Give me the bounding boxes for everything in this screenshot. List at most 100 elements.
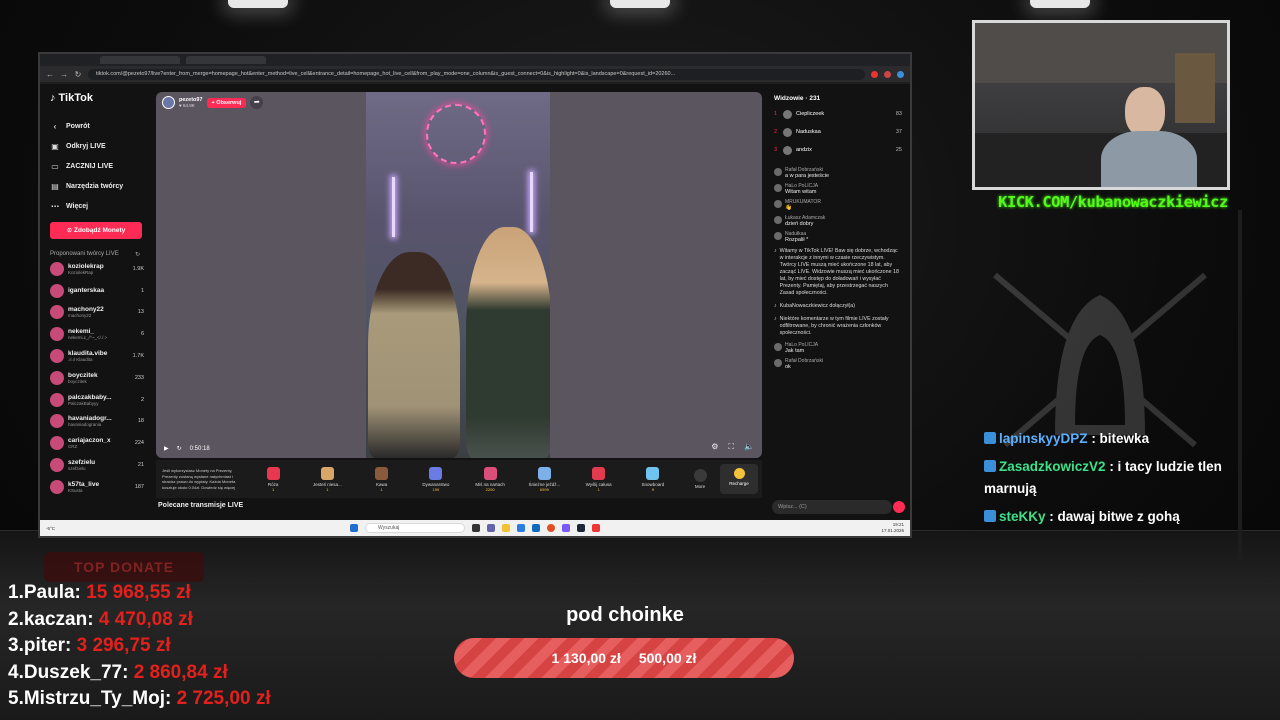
- chat-avatar[interactable]: [774, 216, 782, 224]
- creator-item[interactable]: koziolekrap KoziolekRap 1.9K: [50, 258, 144, 280]
- chat-body: Łukasz Adamczak dzień dobry: [785, 215, 825, 227]
- edge-icon[interactable]: [517, 524, 525, 532]
- chat-input[interactable]: Wpisz... (C): [772, 500, 892, 514]
- webcam-person-body: [1101, 131, 1197, 187]
- extension-icon[interactable]: [871, 70, 878, 78]
- tiktok-page: ♪ TikTok ‹ Powrót ▣ Odkryj LIVE ▭ ZACZNIJ L…: [40, 84, 910, 520]
- creator-item[interactable]: palczakbaby... PalczakBabyyy 2: [50, 389, 144, 411]
- led-light: [392, 177, 395, 237]
- steam-icon[interactable]: [577, 524, 585, 532]
- settings-icon[interactable]: ⚙: [711, 442, 718, 452]
- creator-avatar: [50, 305, 64, 320]
- extension-icon[interactable]: [884, 70, 891, 78]
- creator-item[interactable]: k57ta_live KSusta 187: [50, 476, 144, 498]
- fullscreen-icon[interactable]: ⛶: [728, 442, 734, 452]
- follow-button[interactable]: + Obserwuj: [206, 97, 247, 108]
- nav-creator-tools[interactable]: ▤ Narzędzia twórcy: [50, 176, 144, 196]
- creator-item[interactable]: havaniadogr... havaniadogrania 18: [50, 411, 144, 433]
- gift-item[interactable]: Kawa 1: [355, 466, 409, 492]
- play-icon[interactable]: ▶: [164, 445, 169, 452]
- gift-item[interactable]: Róża 1: [246, 466, 300, 492]
- gift-item[interactable]: Wyślij całusa 1: [572, 466, 626, 492]
- chat-avatar[interactable]: [774, 168, 782, 176]
- creator-avatar: [50, 414, 64, 429]
- taskbar-search[interactable]: Wyszukaj: [365, 523, 465, 533]
- gift-item[interactable]: Jesteś niesa... 1: [300, 466, 354, 492]
- creator-item[interactable]: iganterskaa 1: [50, 280, 144, 302]
- discord-icon[interactable]: [562, 524, 570, 532]
- creator-avatar: [50, 392, 64, 407]
- creator-avatar: [50, 283, 64, 298]
- browser-tab[interactable]: [186, 56, 266, 64]
- creator-item[interactable]: boyczitek boyczitek 233: [50, 367, 144, 389]
- video-frame: [366, 92, 550, 458]
- reload-icon[interactable]: ↻: [74, 70, 82, 79]
- creator-name: koziolekrap: [68, 262, 104, 270]
- more-gifts-button[interactable]: More: [680, 469, 720, 489]
- donor-amount: 4 470,08 zł: [98, 608, 193, 630]
- profile-icon[interactable]: [897, 70, 904, 78]
- chrome-icon[interactable]: [547, 524, 555, 532]
- chat-message: HaLo PoLICJA Jak tam: [768, 340, 908, 356]
- kick-chat-username[interactable]: ZasadzkowiczV2: [999, 459, 1106, 474]
- gift-item[interactable]: Dywanarstwo 199: [409, 466, 463, 492]
- viewer-item[interactable]: 3 andzix 25: [768, 141, 908, 159]
- chat-avatar[interactable]: [774, 200, 782, 208]
- nav-start-live[interactable]: ▭ ZACZNIJ LIVE: [50, 156, 144, 176]
- host-avatar[interactable]: [162, 96, 175, 109]
- gift-item[interactable]: Śnieżne jeźdź... 6999: [517, 466, 571, 492]
- gift-item[interactable]: Miś na nartach 2200: [463, 466, 517, 492]
- live-chat-panel: Widzowie · 231 1 Ciepliczeek 83 2 Naduskaa 37…: [768, 92, 908, 520]
- creator-item[interactable]: szefzielu szefzielu 21: [50, 454, 144, 476]
- creator-item[interactable]: klaudita.vibe .ıl.ıl Klaudita 1.7K: [50, 345, 144, 367]
- creator-item[interactable]: machony22 machony22 13: [50, 302, 144, 324]
- player-controls: ▶ ↻ 0:50:18: [164, 445, 210, 453]
- creator-avatar: [50, 349, 64, 364]
- viewer-item[interactable]: 2 Naduskaa 37: [768, 123, 908, 141]
- dpz-logo-watermark: [993, 272, 1207, 448]
- viewer-name: andzix: [796, 147, 812, 153]
- viewers-title[interactable]: Widzowie · 231: [768, 92, 908, 105]
- refresh-icon[interactable]: ↻: [135, 251, 140, 258]
- gift-bar: Jeśli wykorzystasz Monety na Prezenty, P…: [156, 460, 762, 498]
- teams-icon[interactable]: [487, 524, 495, 532]
- chat-avatar[interactable]: [774, 232, 782, 240]
- chat-avatar[interactable]: [774, 184, 782, 192]
- tiktok-logo[interactable]: ♪ TikTok: [50, 92, 144, 104]
- viewer-item[interactable]: 1 Ciepliczeek 83: [768, 105, 908, 123]
- get-coins-button[interactable]: ⊙ Zdobądź Monety: [50, 222, 142, 239]
- kick-chat-username[interactable]: lapinskyyDPZ: [999, 431, 1088, 446]
- address-bar[interactable]: tiktok.com/@pezeto97/live?enter_from_mer…: [88, 68, 865, 80]
- share-icon[interactable]: ➦: [250, 96, 264, 109]
- creator-viewer-count: 2: [140, 396, 144, 403]
- creator-item[interactable]: nekemi_ nekemi ̶c_/^~_</./.> 6: [50, 323, 144, 345]
- refresh-icon[interactable]: ↻: [177, 445, 182, 452]
- folder-icon[interactable]: [502, 524, 510, 532]
- nav-discover-live[interactable]: ▣ Odkryj LIVE: [50, 136, 144, 156]
- recharge-button[interactable]: Recharge: [720, 464, 758, 494]
- task-view-icon[interactable]: [472, 524, 480, 532]
- chat-avatar[interactable]: [774, 359, 782, 367]
- creator-item[interactable]: cariajaczon_x CRZ 224: [50, 432, 144, 454]
- live-stream-player[interactable]: pezeto97 ♥ 64.9K + Obserwuj ➦ ▶ ↻ 0:50:1…: [156, 92, 762, 458]
- volume-icon[interactable]: 🔈: [744, 442, 754, 452]
- chat-avatar[interactable]: [774, 343, 782, 351]
- weather-widget[interactable]: -5°C: [46, 526, 55, 531]
- gift-item[interactable]: Snowboard 9: [626, 466, 680, 492]
- donor-row: 4.Duszek_77: 2 860,84 zł: [8, 662, 271, 689]
- chat-message: HaLo PoLICJA Witam witam: [768, 181, 908, 197]
- browser-tab[interactable]: [100, 56, 180, 64]
- nav-back[interactable]: ‹ Powrót: [50, 116, 144, 136]
- kick-chat-username[interactable]: steKKy: [999, 509, 1046, 524]
- nav-more[interactable]: ⋯ Więcej: [50, 196, 144, 216]
- start-icon[interactable]: [350, 524, 358, 532]
- gift-icon[interactable]: [893, 501, 905, 513]
- neon-sign: [426, 104, 486, 164]
- forward-arrow-icon[interactable]: →: [60, 70, 68, 79]
- donor-amount: 15 968,55 zł: [86, 582, 191, 603]
- mail-icon[interactable]: [532, 524, 540, 532]
- back-arrow-icon[interactable]: ←: [46, 70, 54, 79]
- taskbar-clock[interactable]: 19:21 17.01.2026: [881, 522, 904, 534]
- app-icon[interactable]: [592, 524, 600, 532]
- creator-viewer-count: 1.9K: [132, 265, 144, 272]
